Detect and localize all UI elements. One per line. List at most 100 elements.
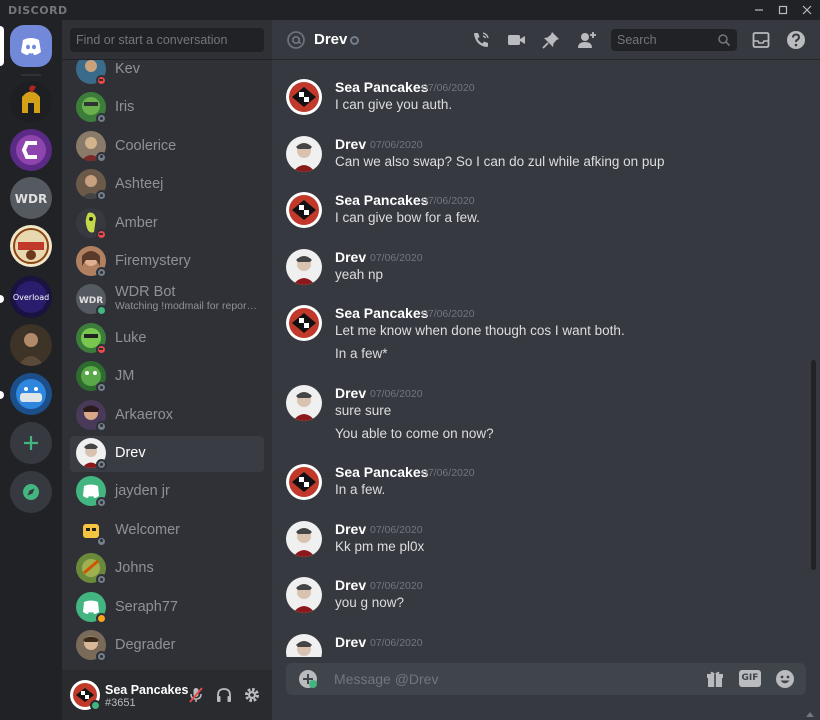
status-offline-indicator xyxy=(96,267,107,278)
title-bar: DISCORD xyxy=(0,0,820,20)
message-author[interactable]: Sea Pancakes xyxy=(335,305,428,321)
gift-icon[interactable] xyxy=(704,668,726,690)
selected-indicator xyxy=(0,26,4,66)
emoji-icon[interactable] xyxy=(774,668,796,690)
dm-name: jayden jr xyxy=(115,483,170,500)
dm-search-bar xyxy=(62,20,272,60)
gif-button[interactable]: GIF xyxy=(739,670,761,687)
message-avatar[interactable] xyxy=(286,249,322,285)
home-button[interactable] xyxy=(10,25,52,67)
message-author[interactable]: Drev xyxy=(335,136,366,152)
recipient-status-offline xyxy=(350,36,359,45)
scrollbar-thumb[interactable] xyxy=(811,360,816,570)
add-server-button[interactable] xyxy=(10,422,52,464)
dm-item-kev[interactable]: Kev xyxy=(70,60,264,88)
message-text: I can give bow for a few. xyxy=(335,210,480,225)
pinned-messages-icon[interactable] xyxy=(540,29,562,51)
message-group: Drev 07/06/2020 xyxy=(272,634,802,657)
dm-item-ashteej[interactable]: Ashteej xyxy=(70,167,264,203)
dm-name: Seraph77 xyxy=(115,598,178,615)
message-author[interactable]: Drev xyxy=(335,577,366,593)
explore-servers-button[interactable] xyxy=(10,471,52,513)
message-author[interactable]: Drev xyxy=(335,249,366,265)
dm-item-johns[interactable]: Johns xyxy=(70,551,264,587)
message-author[interactable]: Sea Pancakes xyxy=(335,464,428,480)
settings-gear-icon[interactable] xyxy=(243,686,261,704)
status-online-indicator xyxy=(96,305,107,317)
channel-name: Drev xyxy=(314,31,348,48)
resize-grip-icon[interactable] xyxy=(804,710,816,718)
message-avatar[interactable] xyxy=(286,577,322,613)
add-friend-to-dm-icon[interactable] xyxy=(576,29,598,51)
search-input[interactable] xyxy=(611,29,711,51)
message-author[interactable]: Sea Pancakes xyxy=(335,79,428,95)
message-avatar[interactable] xyxy=(286,521,322,557)
server-spartan-icon[interactable] xyxy=(10,81,52,123)
mute-microphone-icon[interactable] xyxy=(187,686,205,704)
server-wdr-icon[interactable]: WDR xyxy=(10,177,52,219)
user-status-online xyxy=(90,700,101,711)
server-overload-icon[interactable]: Overload xyxy=(10,276,52,318)
dm-search-input[interactable] xyxy=(70,28,264,52)
message-author[interactable]: Sea Pancakes xyxy=(335,192,428,208)
dm-item-firemystery[interactable]: Firemystery xyxy=(70,244,264,280)
close-icon[interactable] xyxy=(795,2,819,18)
server-adobo-icon[interactable] xyxy=(10,225,52,267)
message-avatar[interactable] xyxy=(286,305,322,341)
help-icon[interactable] xyxy=(785,29,807,51)
dm-name: Iris xyxy=(115,99,135,116)
message-author[interactable]: Drev xyxy=(335,521,366,537)
dm-item-jayden-jr[interactable]: jayden jr xyxy=(70,474,264,510)
dm-item-iris[interactable]: Iris xyxy=(70,90,264,126)
voice-call-icon[interactable] xyxy=(470,29,492,51)
video-call-icon[interactable] xyxy=(505,29,527,51)
server-c-logo-icon[interactable] xyxy=(10,129,52,171)
minimize-icon[interactable] xyxy=(747,2,771,18)
message-author[interactable]: Drev xyxy=(335,634,366,650)
chat-area: Drev Sea Pancakes07/06/2020I can give yo… xyxy=(272,20,820,720)
server-masked-face-icon[interactable] xyxy=(10,373,52,415)
message-input[interactable] xyxy=(334,663,694,695)
unread-indicator-2 xyxy=(0,391,4,399)
status-offline-indicator xyxy=(96,651,107,662)
search-box xyxy=(611,29,737,51)
dm-item-drev[interactable]: Drev xyxy=(70,436,264,472)
dm-item-seraph77[interactable]: Seraph77 xyxy=(70,590,264,626)
message-avatar[interactable] xyxy=(286,385,322,421)
message-author[interactable]: Drev xyxy=(335,385,366,401)
maximize-icon[interactable] xyxy=(771,2,795,18)
dm-item-welcomer[interactable]: Welcomer xyxy=(70,513,264,549)
upload-plus-icon[interactable] xyxy=(298,669,318,689)
dm-item-luke[interactable]: Luke xyxy=(70,321,264,357)
dm-name: Welcomer xyxy=(115,521,180,538)
dm-item-degrader[interactable]: Degrader xyxy=(70,628,264,664)
dm-name: WDR Bot xyxy=(115,284,176,301)
dm-item-wdr-bot[interactable]: WDR WDR Bot Watching !modmail for repor… xyxy=(70,282,264,318)
message-avatar[interactable] xyxy=(286,464,322,500)
dm-name: Arkaerox xyxy=(115,406,174,423)
message-avatar[interactable] xyxy=(286,192,322,228)
dm-item-amber[interactable]: Amber xyxy=(70,206,264,242)
dm-name: Johns xyxy=(115,560,154,577)
message-timestamp: 07/06/2020 xyxy=(422,82,475,94)
dm-name: Ashteej xyxy=(115,176,164,193)
server-portrait-icon[interactable] xyxy=(10,324,52,366)
headphones-icon[interactable] xyxy=(215,686,233,704)
status-offline-indicator xyxy=(96,574,107,586)
message-text: In a few. xyxy=(335,482,386,497)
message-avatar[interactable] xyxy=(286,136,322,172)
inbox-icon[interactable] xyxy=(750,29,772,51)
dm-item-jm[interactable]: JM xyxy=(70,359,264,395)
message-group: Sea Pancakes 07/06/2020 I can give bow for… xyxy=(272,192,802,243)
discord-logo-icon xyxy=(21,38,41,55)
status-offline-indicator xyxy=(96,151,107,163)
status-offline-indicator xyxy=(96,459,107,470)
message-timestamp: 07/06/2020 xyxy=(370,388,423,400)
message-avatar[interactable] xyxy=(286,79,322,115)
dm-item-coolerice[interactable]: Coolerice xyxy=(70,129,264,165)
app-brand: DISCORD xyxy=(8,4,68,17)
message-timestamp: 07/06/2020 xyxy=(370,252,423,264)
dm-item-arkaerox[interactable]: Arkaerox xyxy=(70,398,264,434)
dm-sidebar: Kev Iris Coolerice Ashteej Amber Firemystery W… xyxy=(62,20,272,720)
message-avatar[interactable] xyxy=(286,634,322,657)
